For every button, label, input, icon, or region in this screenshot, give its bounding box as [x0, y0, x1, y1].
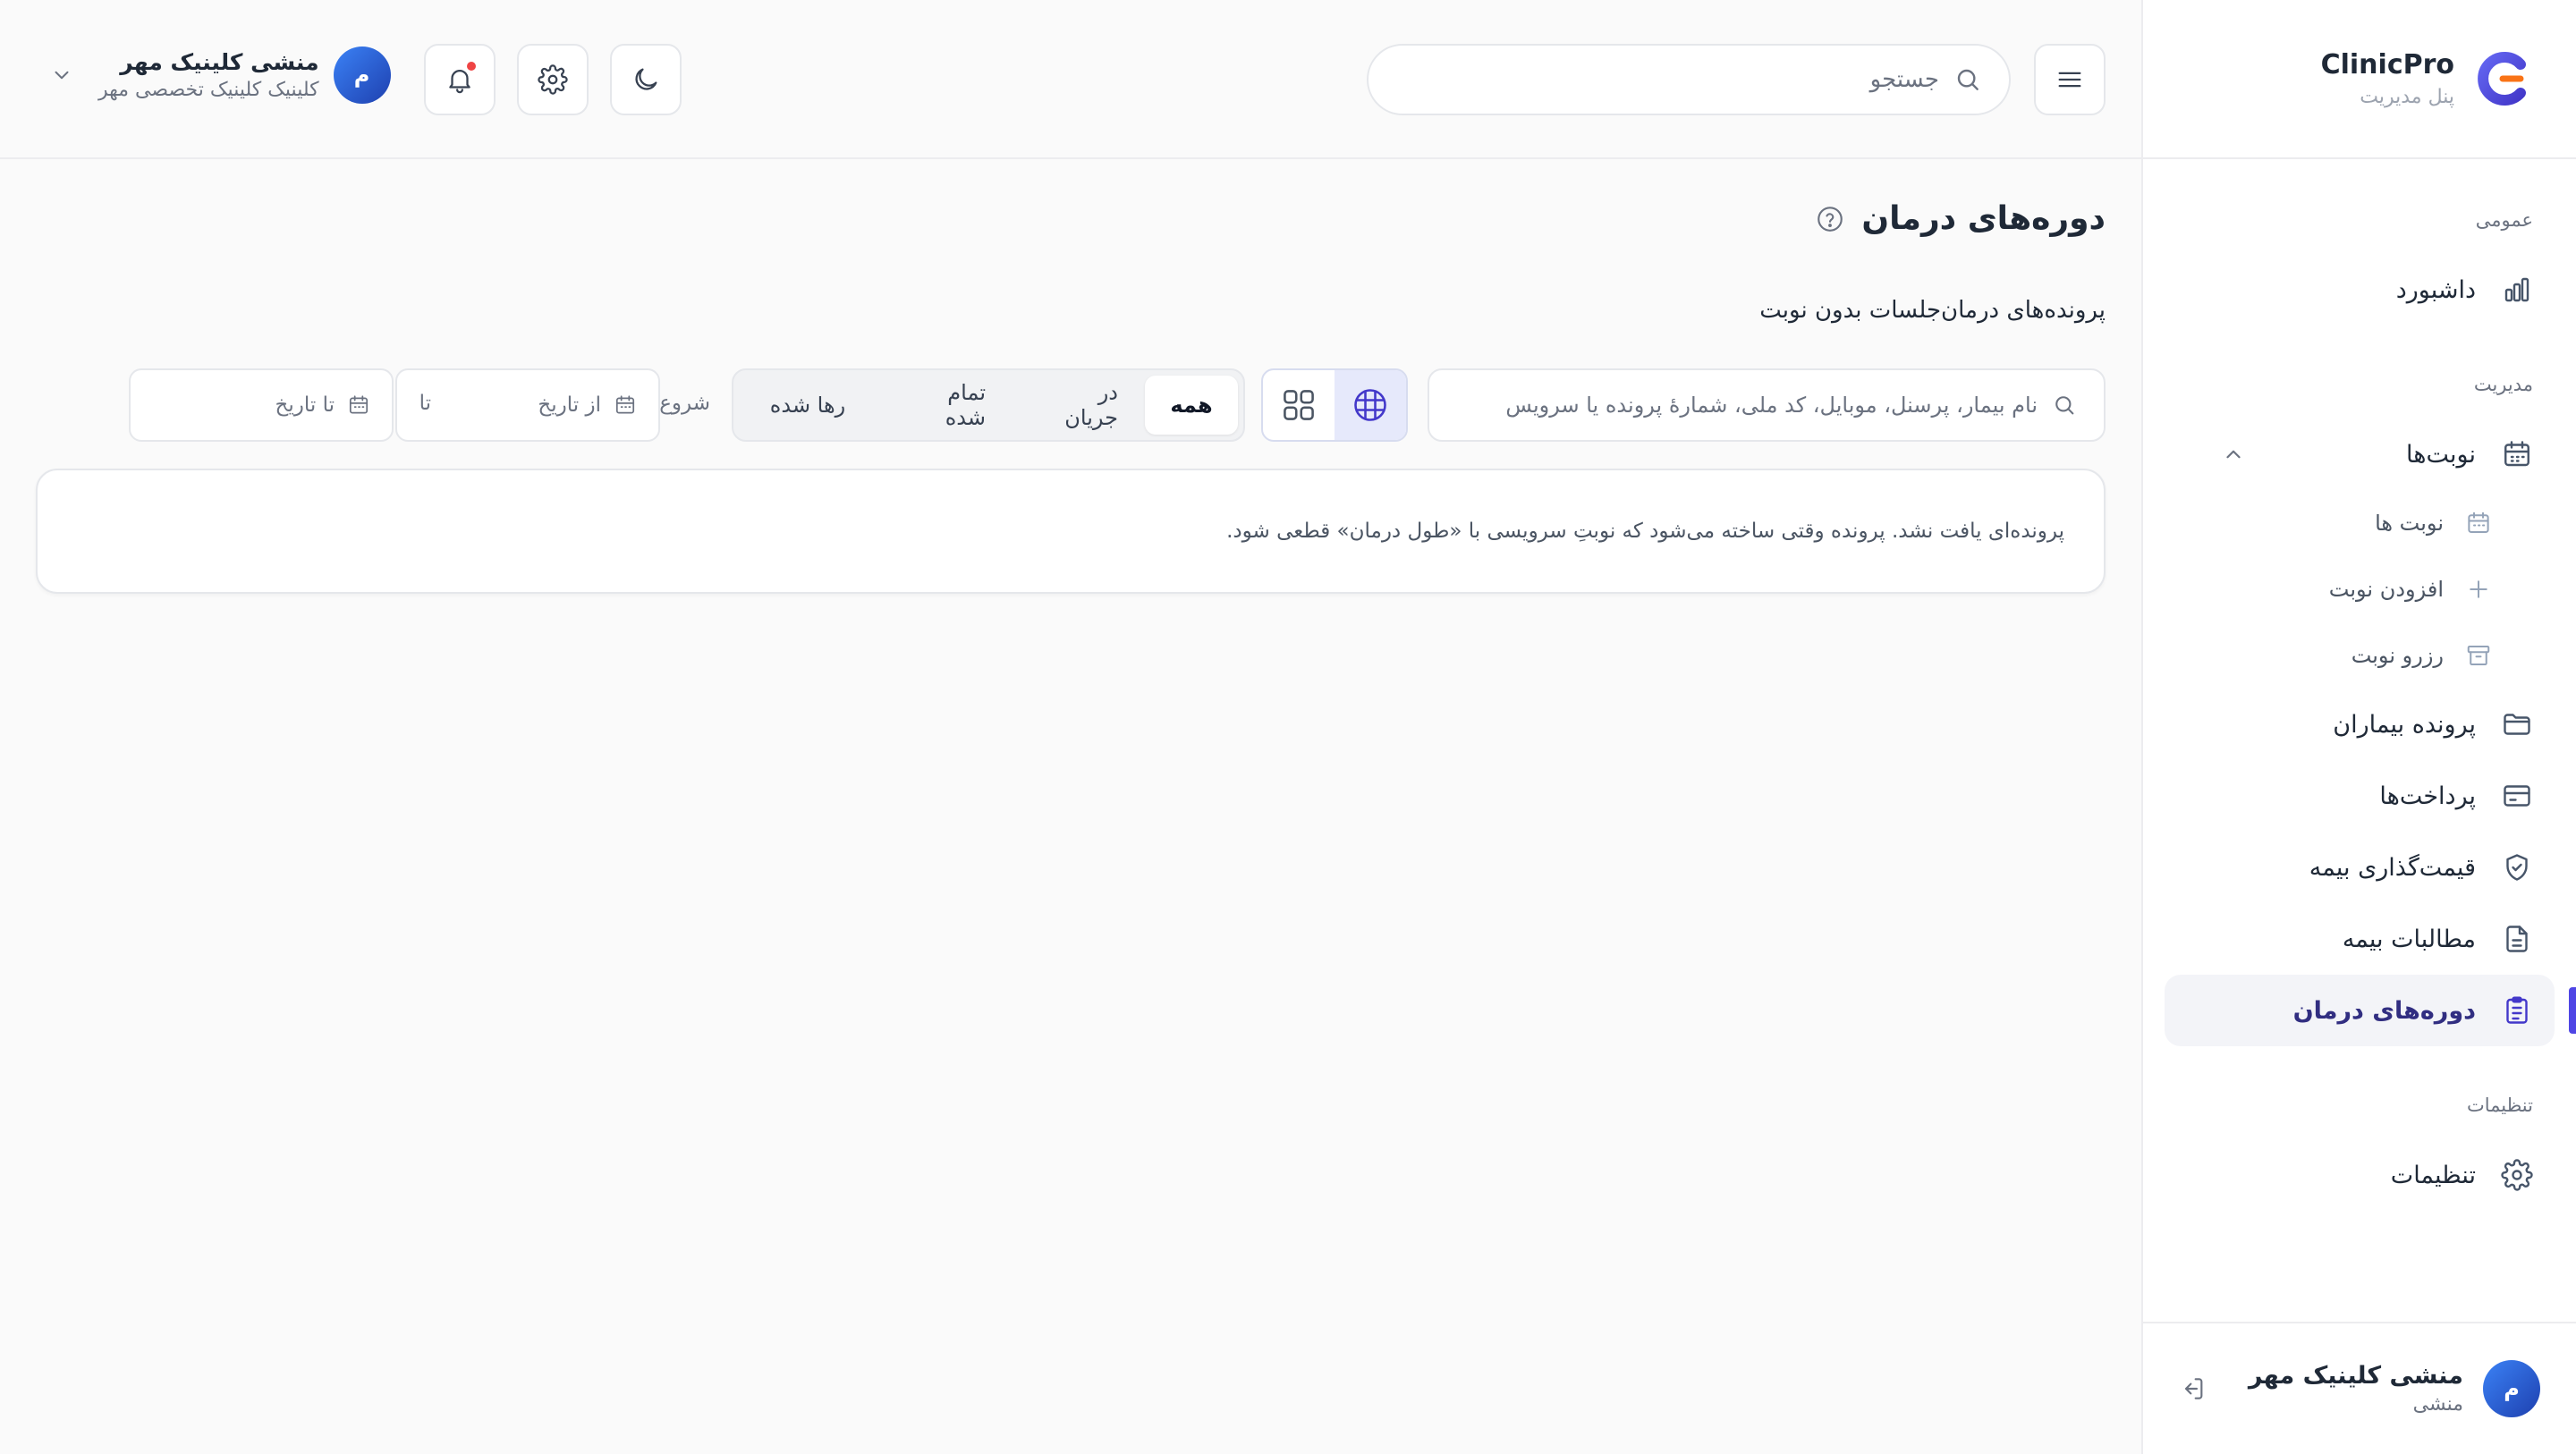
sidebar-subitem-add-appointment[interactable]: افزودن نوبت [2165, 556, 2555, 622]
calendar-icon [2468, 511, 2489, 533]
notifications-button[interactable] [424, 44, 496, 115]
sidebar-user-card: م منشی کلینیک مهر منشی [2143, 1322, 2576, 1454]
page-title: دوره‌های درمان [1861, 200, 2106, 237]
nav-section-general: عمومی [2475, 209, 2533, 231]
grid-cards-icon [1284, 390, 1314, 420]
plus-icon [2470, 580, 2487, 598]
notification-dot [467, 62, 476, 71]
document-icon [2506, 926, 2528, 952]
gear-icon [538, 64, 568, 95]
filters-bar: همه در جریان تمام شده رها شده شروع تا [80, 368, 2106, 442]
sidebar: ClinicPro پنل مدیریت عمومی داشبورد مدیری… [2141, 0, 2576, 1454]
user-menu[interactable]: م منشی کلینیک مهر کلینیک کلینیک تخصصی مه… [50, 46, 391, 104]
theme-toggle-button[interactable] [610, 44, 682, 115]
sidebar-item-appointments[interactable]: نوبت‌ها [2165, 418, 2555, 490]
page-subtitle: پرونده‌های درمان‌جلسات بدون نوبت [1759, 297, 2106, 324]
sidebar-subitem-reserve-appointment[interactable]: رزرو نوبت [2165, 622, 2555, 689]
sidebar-item-label: دوره‌های درمان [2292, 996, 2476, 1025]
archive-icon [2467, 646, 2490, 665]
folder-icon [2504, 714, 2530, 735]
brand-name: ClinicPro [2320, 49, 2454, 80]
footer-user-name: منشی کلینیک مهر [2248, 1362, 2463, 1390]
sidebar-item-label: مطالبات بیمه [2342, 925, 2476, 953]
credit-card-icon [2504, 785, 2530, 807]
nav-section-settings: تنظیمات [2466, 1095, 2533, 1116]
hamburger-icon [2058, 72, 2081, 88]
sidebar-item-insurance-pricing[interactable]: قیمت‌گذاری بیمه [2165, 832, 2555, 903]
sidebar-subitem-label: افزودن نوبت [2328, 577, 2444, 602]
records-search[interactable] [1428, 368, 2106, 442]
sidebar-item-insurance-claims[interactable]: مطالبات بیمه [2165, 903, 2555, 975]
shield-check-icon [2506, 854, 2528, 881]
sidebar-item-label: داشبورد [2395, 275, 2476, 304]
user-clinic: کلینیک کلینیک تخصصی مهر [98, 79, 319, 101]
brand: ClinicPro پنل مدیریت [2143, 0, 2576, 159]
to-label: تا [419, 392, 431, 415]
sidebar-subitem-label: رزرو نوبت [2351, 643, 2444, 668]
sidebar-subitem-label: نوبت ها [2375, 511, 2444, 536]
tab-in-progress[interactable]: در جریان [1013, 376, 1145, 435]
sidebar-item-payments[interactable]: پرداخت‌ها [2165, 760, 2555, 832]
from-date-field[interactable] [395, 368, 660, 442]
clipboard-icon [2506, 996, 2528, 1024]
chevron-down-icon [55, 71, 69, 80]
nav-section-management: مدیریت [2473, 374, 2533, 395]
grid-table-icon [1354, 389, 1386, 421]
avatar: م [2483, 1360, 2540, 1417]
footer-user-role: منشی [2412, 1393, 2463, 1416]
empty-state-message: پرونده‌ای یافت نشد. پرونده وقتی ساخته می… [1226, 520, 2064, 543]
sidebar-item-label: نوبت‌ها [2406, 440, 2476, 469]
card-view-button[interactable] [1263, 370, 1335, 440]
calendar-icon [349, 395, 369, 414]
topbar: م منشی کلینیک مهر کلینیک کلینیک تخصصی مه… [0, 0, 2141, 159]
sidebar-item-label: قیمت‌گذاری بیمه [2309, 853, 2476, 882]
clinicpro-logo-icon [2478, 52, 2526, 106]
gear-icon [2501, 1159, 2533, 1191]
avatar: م [333, 46, 391, 104]
search-icon [1957, 69, 1979, 90]
global-search-input[interactable] [1368, 66, 1939, 93]
start-label: شروع [659, 392, 710, 415]
page-header: دوره‌های درمان [1815, 200, 2106, 237]
table-view-button[interactable] [1335, 370, 1406, 440]
logout-icon[interactable] [2179, 1374, 2207, 1403]
sidebar-item-treatment-courses[interactable]: دوره‌های درمان [2165, 975, 2576, 1046]
sidebar-item-label: پرونده بیماران [2333, 710, 2476, 739]
status-tabs: همه در جریان تمام شده رها شده [732, 368, 1245, 442]
tab-completed[interactable]: تمام شده [875, 376, 1013, 435]
settings-button[interactable] [517, 44, 589, 115]
sidebar-item-label: پرداخت‌ها [2379, 782, 2476, 810]
from-date-input[interactable] [440, 393, 601, 417]
active-indicator [2569, 987, 2576, 1034]
sidebar-nav: عمومی داشبورد مدیریت نوبت‌ها نوبت ها افز… [2143, 159, 2576, 1211]
to-date-input[interactable] [174, 393, 335, 417]
brand-subtitle: پنل مدیریت [2360, 86, 2454, 108]
sidebar-item-patient-records[interactable]: پرونده بیماران [2165, 689, 2555, 760]
calendar-icon [2504, 441, 2529, 467]
tab-abandoned[interactable]: رها شده [741, 376, 875, 435]
chevron-up-icon[interactable] [2222, 443, 2245, 466]
view-toggle [1261, 368, 1408, 442]
records-search-input[interactable] [1429, 393, 2038, 418]
global-search[interactable] [1367, 44, 2011, 115]
calendar-icon [615, 395, 635, 414]
empty-state-card: پرونده‌ای یافت نشد. پرونده وقتی ساخته می… [36, 469, 2106, 594]
sidebar-subitem-appointments-list[interactable]: نوبت ها [2165, 490, 2555, 556]
help-icon[interactable] [1815, 204, 1845, 234]
bar-chart-icon [2504, 277, 2529, 302]
sidebar-item-settings[interactable]: تنظیمات [2165, 1139, 2555, 1211]
sidebar-item-dashboard[interactable]: داشبورد [2165, 254, 2555, 325]
tab-all[interactable]: همه [1145, 376, 1238, 435]
search-icon [2055, 396, 2074, 415]
to-date-field[interactable] [129, 368, 394, 442]
moon-icon [635, 68, 657, 90]
user-name: منشی کلینیک مهر [120, 49, 319, 75]
sidebar-item-label: تنظیمات [2390, 1161, 2476, 1189]
menu-button[interactable] [2034, 44, 2106, 115]
